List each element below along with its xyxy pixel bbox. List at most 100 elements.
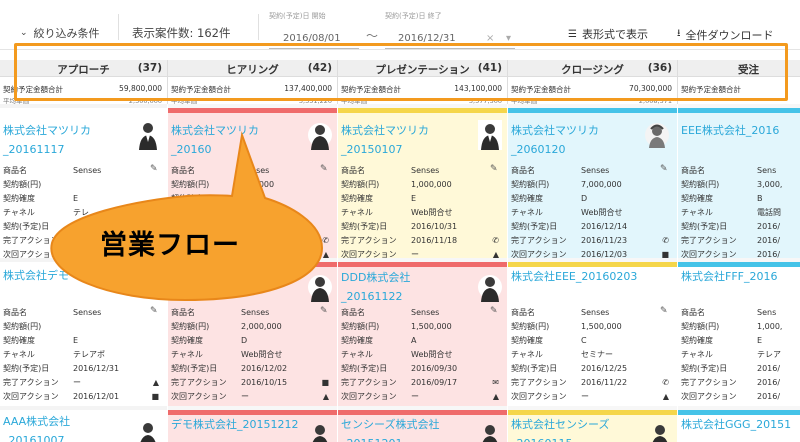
deal-card[interactable]: 株式会社デモ ✎ 商品名 Senses 契約額(円) 契約確度 E チャネル テレアポ… — [0, 262, 167, 406]
briefcase-icon: ■ — [321, 378, 329, 387]
field-label: チャネル — [681, 208, 713, 217]
field-value: ー — [411, 250, 419, 258]
field-label: 契約額(円) — [511, 180, 550, 189]
field-label: 契約(予定)日 — [681, 364, 728, 373]
field-certainty: 契約確度 E — [681, 334, 800, 348]
field-value: 2016/ — [757, 222, 781, 231]
download-all-button[interactable]: ⭳ 全件ダウンロード — [677, 26, 774, 43]
field-done-action: 完了アクション 2016/09/17 ✉ — [341, 376, 499, 390]
table-view-button[interactable]: ☰ 表形式で表示 — [568, 26, 648, 42]
column-closing: 株式会社マツリカ_2060120 ✎ 商品名 Senses 契約額(円) 7,000… — [508, 104, 677, 442]
field-value: E — [73, 194, 79, 203]
download-icon: ⭳ — [677, 28, 681, 39]
field-value: Sens — [757, 308, 777, 317]
field-amount: 契約額(円) 1,000, — [681, 320, 800, 334]
field-next-action: 次回アクション ー ▲ — [171, 390, 329, 404]
deal-title[interactable]: 株式会社GGG_20151 — [681, 415, 800, 434]
field-value: 2016/ — [757, 392, 781, 401]
deal-title[interactable]: 株式会社デモ — [3, 266, 131, 285]
deal-title[interactable]: EEE株式会社_2016 — [681, 121, 800, 140]
field-value: 2016/ — [757, 364, 781, 373]
field-value: セミナー — [581, 350, 613, 359]
field-label: 契約額(円) — [3, 180, 42, 189]
deal-title[interactable]: デモ株式会社_20151212 — [171, 415, 299, 434]
field-date: 契約(予定)日 2016/12/25 — [511, 362, 669, 376]
deal-title[interactable]: 株式会社マツリカ_2060120 — [511, 121, 639, 159]
deal-card[interactable]: 株式会社マツリカ_20150107 ✎ 商品名 Senses 契約額(円) 1,00… — [338, 108, 507, 258]
field-date: 契約(予定)日 2016/12/02 — [171, 362, 329, 376]
deal-card[interactable]: ✎ 商品名 Senses 契約額(円) 2,000,000 契約確度 D チャネル We… — [168, 262, 337, 406]
deal-card[interactable]: 株式会社マツリカ_2060120 ✎ 商品名 Senses 契約額(円) 7,000… — [508, 108, 677, 258]
field-label: 契約額(円) — [341, 180, 380, 189]
deal-card[interactable]: 株式会社EEE_20160203 ✎ 商品名 Senses 契約額(円) 1,500… — [508, 262, 677, 406]
field-certainty: 契約確度 A — [341, 334, 499, 348]
field-label: 契約確度 — [681, 336, 713, 345]
field-value: Web問合せ — [411, 208, 453, 217]
deal-title[interactable]: センシーズ株式会社_20151201 — [341, 415, 469, 442]
field-certainty: 契約確度 C — [511, 334, 669, 348]
deal-card[interactable]: 株式会社FFF_2016 商品名 Sens 契約額(円) 1,000, 契約確度 E … — [678, 262, 800, 406]
list-icon: ☰ — [568, 28, 577, 40]
field-next-action: 次回アクション ー ▲ — [341, 390, 499, 404]
field-product: 商品名 Senses — [341, 306, 499, 320]
field-label: 完了アクション — [3, 236, 59, 245]
field-amount: 契約額(円) — [3, 178, 159, 192]
deal-title[interactable]: 株式会社マツリカ_20150107 — [341, 121, 469, 159]
field-label: 商品名 — [171, 308, 195, 317]
deal-card[interactable]: EEE株式会社_2016 商品名 Sens 契約額(円) 3,000, 契約確度 B … — [678, 108, 800, 258]
field-value: E — [757, 336, 763, 345]
field-product: 商品名 Sens — [681, 164, 800, 178]
field-value: 2016/ — [757, 250, 781, 258]
field-value: Web問合せ — [411, 350, 453, 359]
field-label: 完了アクション — [341, 236, 397, 245]
field-label: 次回アクション — [3, 250, 59, 258]
field-value: Senses — [73, 308, 102, 317]
field-label: 契約確度 — [511, 194, 543, 203]
field-label: 次回アクション — [3, 392, 59, 401]
deal-title[interactable]: AAA株式会社_20161007 — [3, 412, 131, 442]
field-amount: 契約額(円) 7,000,000 — [511, 178, 669, 192]
deal-card[interactable]: AAA株式会社_20161007 — [0, 410, 167, 442]
status-bar — [338, 262, 507, 267]
deal-title[interactable]: 株式会社FFF_2016 — [681, 267, 800, 286]
field-value: D — [581, 194, 588, 203]
field-amount: 契約額(円) 1,000,000 — [341, 178, 499, 192]
field-product: 商品名 Senses — [341, 164, 499, 178]
deal-card[interactable]: 株式会社GGG_20151 — [678, 410, 800, 442]
deal-card[interactable]: 株式会社センシーズ_20160115 — [508, 410, 677, 442]
deal-fields: 商品名 Senses 契約額(円) 1,500,000 契約確度 C チャネル セミナー… — [511, 306, 669, 404]
field-value: 2016/12/14 — [581, 222, 628, 231]
filter-conditions-button[interactable]: ⌄ 絞り込み条件 — [20, 25, 100, 41]
field-label: 契約(予定)日 — [511, 222, 558, 231]
field-label: 契約(予定)日 — [681, 222, 728, 231]
field-label: 次回アクション — [681, 392, 737, 401]
field-value: D — [241, 336, 248, 345]
field-channel: チャネル — [171, 206, 329, 220]
field-value: 2016/11/23 — [581, 236, 628, 245]
deal-title[interactable]: 株式会社マツリカ_20160 — [171, 121, 299, 159]
field-certainty: 契約確度 E — [341, 192, 499, 206]
deal-title[interactable]: 株式会社センシーズ_20160115 — [511, 415, 651, 442]
field-value: ー — [73, 378, 81, 387]
field-value: 2016/11/18 — [411, 236, 458, 245]
field-product: 商品名 Senses — [171, 306, 329, 320]
chevron-down-icon: ⌄ — [20, 28, 28, 38]
field-label: 契約額(円) — [681, 322, 720, 331]
warning-icon: ▲ — [492, 392, 499, 401]
deal-card[interactable]: DDD株式会社_20161122 ✎ 商品名 Senses 契約額(円) 1,500… — [338, 262, 507, 406]
field-value: ー — [581, 392, 589, 401]
deal-title[interactable]: 株式会社マツリカ_20161117 — [3, 121, 131, 159]
field-value: ー — [241, 392, 249, 401]
status-bar — [678, 108, 800, 113]
field-value: Senses — [411, 166, 440, 175]
field-label: チャネル — [171, 208, 203, 217]
field-product: 商品名 Senses — [3, 306, 159, 320]
status-bar — [168, 108, 337, 113]
deal-card[interactable]: センシーズ株式会社_20151201 — [338, 410, 507, 442]
field-label: 完了アクション — [511, 236, 567, 245]
field-label: 契約確度 — [171, 194, 203, 203]
deal-title[interactable]: DDD株式会社_20161122 — [341, 268, 469, 306]
field-label: 契約額(円) — [341, 322, 380, 331]
deal-card[interactable]: デモ株式会社_20151212 — [168, 410, 337, 442]
deal-title[interactable]: 株式会社EEE_20160203 — [511, 267, 639, 286]
